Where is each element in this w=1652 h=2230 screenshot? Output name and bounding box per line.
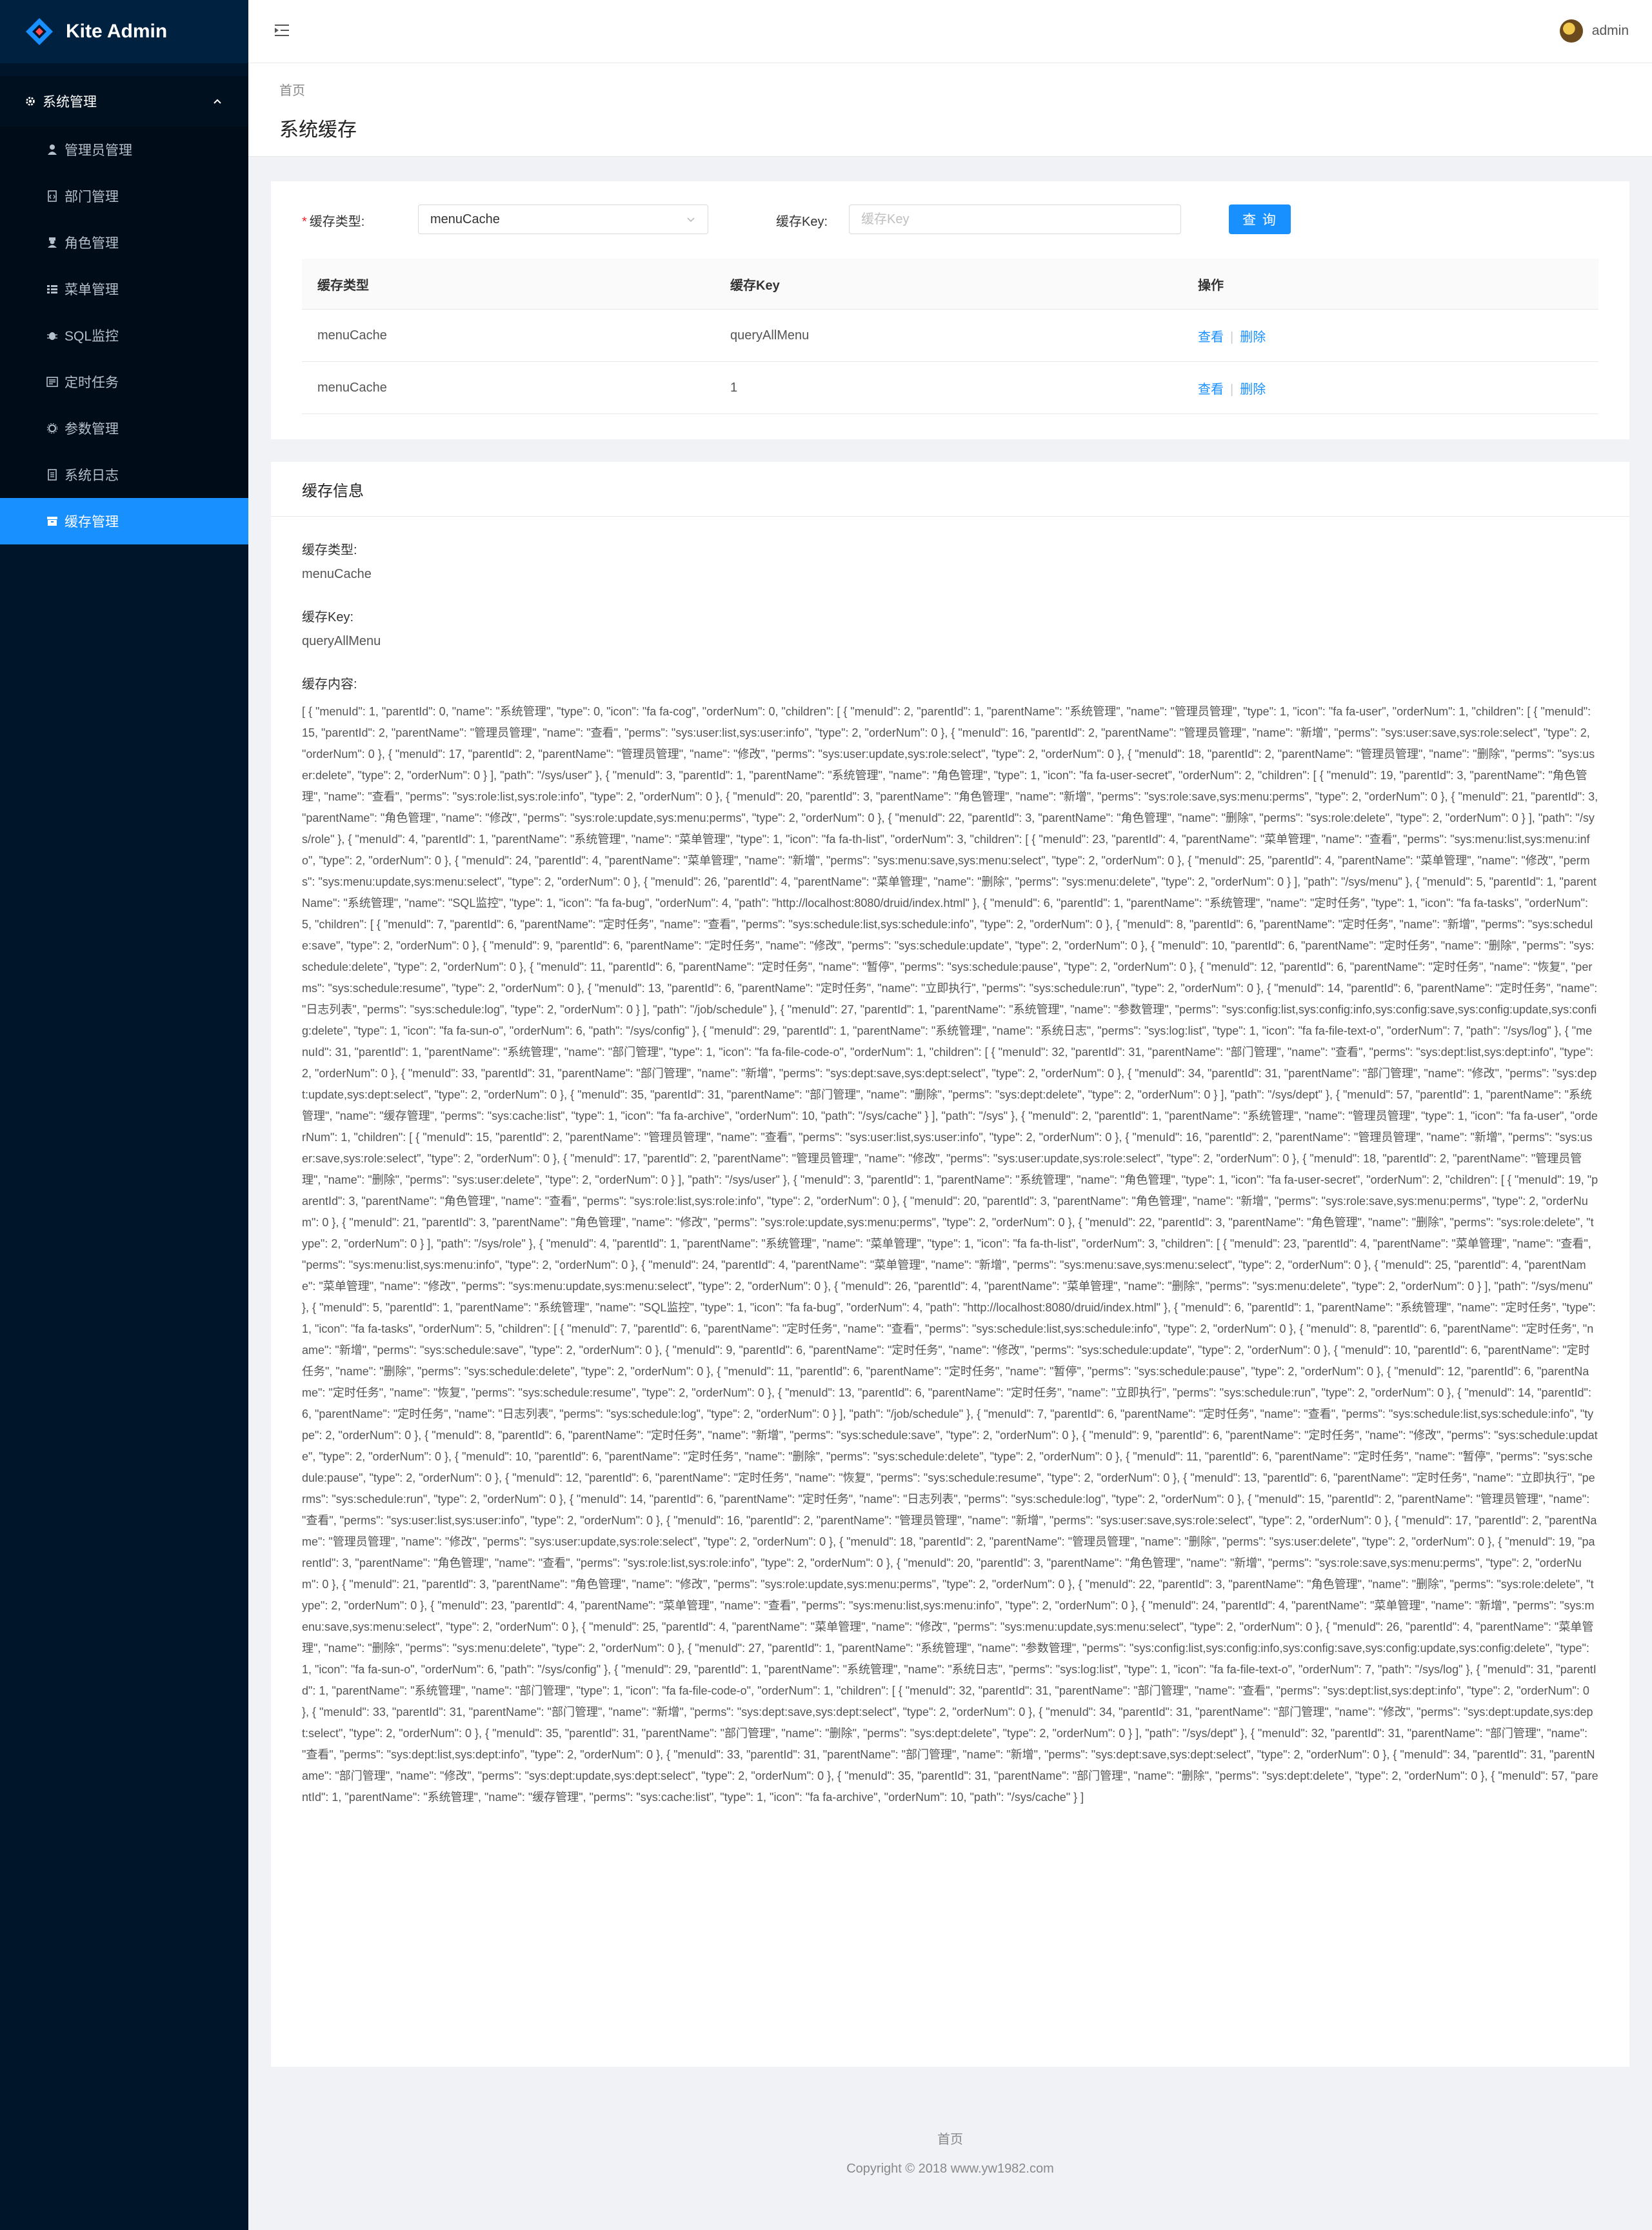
required-mark: * [302, 215, 307, 229]
breadcrumb[interactable]: 首页 [279, 80, 305, 99]
sidebar: Kite Admin 系统管理 管理员管理 部门管理 角色管理 菜单管理 SQL… [0, 0, 248, 2230]
sidebar-item-admin[interactable]: 管理员管理 [0, 126, 248, 173]
submenu: 管理员管理 部门管理 角色管理 菜单管理 SQL监控 定时任务 参数管理 系统日… [0, 126, 248, 544]
sidebar-item-label: 菜单管理 [65, 283, 119, 297]
app-title: Kite Admin [66, 21, 168, 42]
table-row: menuCache queryAllMenu 查看 | 删除 [302, 310, 1598, 362]
sidebar-item-schedule[interactable]: 定时任务 [0, 359, 248, 405]
column-header: 缓存类型 [317, 278, 369, 293]
user-secret-icon [48, 237, 57, 248]
cache-type-value: menuCache [430, 212, 500, 226]
cache-type-select[interactable]: menuCache [418, 204, 708, 234]
sidebar-item-label: SQL监控 [65, 329, 119, 344]
chevron-down-icon [687, 217, 695, 223]
sidebar-item-role[interactable]: 角色管理 [0, 219, 248, 266]
divider: | [1230, 382, 1234, 397]
info-type-value: menuCache [302, 567, 372, 581]
file-code-icon [48, 190, 57, 202]
sidebar-item-log[interactable]: 系统日志 [0, 452, 248, 498]
brand[interactable]: Kite Admin [0, 0, 248, 63]
copyright: Copyright © 2018 www.yw1982.com [846, 2162, 1054, 2176]
query-card: *缓存类型: menuCache 缓存Key: 查 询 缓存类型 缓存Key 操… [271, 181, 1629, 439]
table-row: menuCache 1 查看 | 删除 [302, 362, 1598, 414]
sidebar-item-label: 管理员管理 [65, 143, 132, 158]
sidebar-item-label: 定时任务 [65, 375, 119, 390]
user-menu[interactable]: admin [1559, 19, 1629, 43]
column-header: 缓存Key [730, 278, 780, 293]
info-content-label: 缓存内容: [302, 677, 357, 692]
sidebar-item-label: 角色管理 [65, 236, 119, 251]
cache-table: 缓存类型 缓存Key 操作 menuCache queryAllMenu 查看 |… [302, 259, 1598, 414]
archive-icon [47, 517, 57, 526]
sidebar-item-config[interactable]: 参数管理 [0, 405, 248, 452]
column-header: 操作 [1198, 278, 1224, 293]
sidebar-item-label: 部门管理 [65, 190, 119, 204]
cell-type: menuCache [317, 380, 387, 395]
cog-icon [26, 97, 35, 106]
cell-key: 1 [730, 380, 738, 395]
page-header: 首页 系统缓存 [248, 63, 1652, 157]
username: admin [1591, 23, 1629, 38]
cell-actions: 查看 | 删除 [1182, 326, 1598, 345]
info-type-label: 缓存类型: [302, 543, 357, 557]
sun-icon [46, 423, 58, 434]
sidebar-item-label: 系统日志 [65, 468, 119, 483]
list-icon [47, 285, 57, 294]
card-title: 缓存信息 [271, 462, 1629, 517]
cache-key-label: 缓存Key: [776, 215, 828, 229]
info-key-value: queryAllMenu [302, 634, 381, 648]
page-title: 系统缓存 [279, 119, 357, 141]
divider: | [1230, 330, 1234, 344]
menu-group-label: 系统管理 [43, 95, 97, 110]
delete-link[interactable]: 删除 [1240, 330, 1266, 344]
sidebar-item-cache[interactable]: 缓存管理 [0, 498, 248, 544]
cell-actions: 查看 | 删除 [1182, 379, 1598, 397]
cache-key-input[interactable] [849, 204, 1181, 234]
top-header: admin [248, 0, 1652, 63]
sidebar-item-dept[interactable]: 部门管理 [0, 173, 248, 219]
sidebar-item-menu[interactable]: 菜单管理 [0, 266, 248, 312]
menu-fold-icon[interactable] [273, 21, 291, 39]
view-link[interactable]: 查看 [1198, 330, 1224, 344]
avatar [1559, 19, 1583, 43]
query-form: *缓存类型: menuCache 缓存Key: 查 询 [302, 204, 1528, 234]
footer-home-link[interactable]: 首页 [248, 2129, 1652, 2147]
cell-type: menuCache [317, 328, 387, 343]
footer: 首页 Copyright © 2018 www.yw1982.com [248, 2129, 1652, 2176]
info-key-label: 缓存Key: [302, 610, 354, 624]
cache-content: [ { "menuId": 1, "parentId": 0, "name": … [302, 705, 1598, 1804]
menu-group-system[interactable]: 系统管理 [0, 76, 248, 126]
tasks-icon [46, 377, 58, 387]
sidebar-item-label: 参数管理 [65, 422, 119, 437]
file-text-icon [48, 469, 57, 481]
chevron-up-icon [214, 99, 221, 104]
kite-logo-icon [26, 18, 53, 45]
user-icon [48, 144, 57, 155]
cache-info: 缓存类型: menuCache 缓存Key: queryAllMenu 缓存内容… [302, 539, 1598, 1808]
search-button[interactable]: 查 询 [1229, 204, 1291, 234]
cache-info-card: 缓存信息 缓存类型: menuCache 缓存Key: queryAllMenu… [271, 462, 1629, 2067]
bug-icon [47, 332, 57, 340]
view-link[interactable]: 查看 [1198, 383, 1224, 397]
cache-type-label: * 缓存类型: [302, 215, 365, 229]
sidebar-item-sql[interactable]: SQL监控 [0, 312, 248, 359]
table-header: 缓存类型 缓存Key 操作 [302, 259, 1598, 310]
sidebar-item-label: 缓存管理 [65, 515, 119, 530]
delete-link[interactable]: 删除 [1240, 383, 1266, 397]
cell-key: queryAllMenu [730, 328, 810, 343]
